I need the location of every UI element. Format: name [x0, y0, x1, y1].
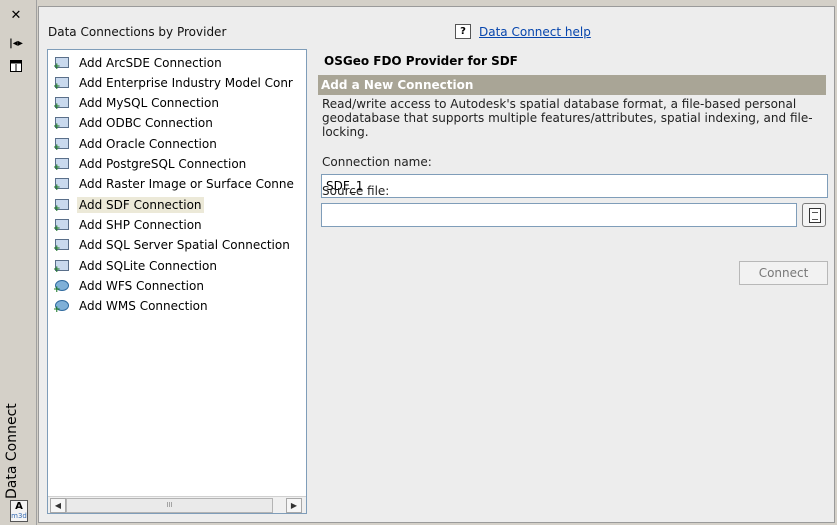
provider-item[interactable]: + Add SDF Connection — [54, 195, 304, 214]
app-badge-icon: A m3d — [10, 500, 28, 522]
globe-connection-icon: + — [54, 279, 70, 294]
globe-connection-icon: + — [54, 299, 70, 315]
properties-icon[interactable] — [7, 58, 25, 74]
db-connection-icon: + — [54, 238, 70, 254]
providers-header: Data Connections by Provider — [48, 25, 227, 39]
data-connect-panel: Data Connections by Provider + Add ArcSDE… — [38, 6, 835, 523]
provider-item[interactable]: + Add SQL Server Spatial Connection — [54, 236, 304, 255]
provider-item[interactable]: + Add MySQL Connection — [54, 94, 304, 113]
provider-item-label: Add Raster Image or Surface Conne — [79, 177, 294, 192]
provider-item-label: Add SDF Connection — [77, 196, 204, 213]
scroll-right-icon[interactable]: ▶ — [286, 498, 302, 513]
scroll-left-icon[interactable]: ◀ — [50, 498, 66, 513]
scroll-thumb[interactable]: III — [66, 498, 273, 513]
document-icon — [809, 208, 821, 223]
provider-item[interactable]: + Add ODBC Connection — [54, 114, 304, 133]
provider-item-label: Add SHP Connection — [79, 217, 202, 232]
db-connection-icon: + — [54, 116, 70, 132]
provider-item-label: Add WFS Connection — [79, 278, 204, 293]
source-file-input[interactable] — [321, 203, 797, 227]
horizontal-scrollbar[interactable]: ◀ III ▶ — [48, 496, 306, 513]
palette-title: Data Connect — [4, 403, 20, 499]
app-badge-letter: A — [15, 501, 23, 512]
section-title: Add a New Connection — [318, 75, 826, 95]
db-connection-icon: + — [54, 76, 70, 91]
file-connection-icon: + — [54, 218, 70, 233]
provider-description: Read/write access to Autodesk's spatial … — [322, 97, 813, 139]
db-connection-icon: + — [54, 96, 70, 112]
connect-button[interactable]: Connect — [739, 261, 828, 285]
autohide-icon[interactable]: |◂▸ — [7, 35, 25, 51]
help-link-row[interactable]: ? Data Connect help — [455, 24, 591, 39]
db-connection-icon: + — [54, 56, 70, 71]
provider-item[interactable]: + Add Oracle Connection — [54, 134, 304, 153]
provider-item[interactable]: + Add Enterprise Industry Model Conr — [54, 73, 304, 92]
data-connect-help-link[interactable]: Data Connect help — [479, 25, 591, 39]
provider-item[interactable]: + Add WFS Connection — [54, 276, 304, 295]
db-connection-icon: + — [54, 137, 70, 152]
close-icon[interactable]: ✕ — [7, 7, 25, 23]
provider-item-label: Add SQL Server Spatial Connection — [79, 238, 290, 253]
provider-item-label: Add Oracle Connection — [79, 136, 217, 151]
provider-item[interactable]: + Add PostgreSQL Connection — [54, 155, 304, 174]
provider-item-label: Add PostgreSQL Connection — [79, 157, 247, 171]
source-file-label: Source file: — [322, 184, 390, 198]
file-connection-icon: + — [54, 259, 70, 274]
provider-item[interactable]: + Add SQLite Connection — [54, 256, 304, 275]
provider-item-label: Add Enterprise Industry Model Conr — [79, 75, 293, 90]
browse-file-button[interactable] — [802, 203, 826, 227]
raster-connection-icon: + — [54, 177, 70, 193]
provider-item-label: Add ODBC Connection — [79, 116, 213, 131]
provider-item-label: Add ArcSDE Connection — [79, 55, 222, 70]
provider-item[interactable]: + Add SHP Connection — [54, 215, 304, 234]
provider-title: OSGeo FDO Provider for SDF — [324, 54, 518, 68]
provider-item[interactable]: + Add WMS Connection — [54, 297, 304, 316]
provider-item[interactable]: + Add Raster Image or Surface Conne — [54, 175, 304, 194]
provider-item[interactable]: + Add ArcSDE Connection — [54, 53, 304, 72]
connection-name-label: Connection name: — [322, 155, 432, 169]
connection-name-input[interactable] — [321, 174, 828, 198]
db-connection-icon: + — [54, 157, 70, 173]
app-badge-sub: m3d — [11, 512, 27, 520]
provider-item-label: Add MySQL Connection — [79, 96, 219, 111]
file-connection-icon: + — [54, 198, 70, 213]
provider-item-label: Add SQLite Connection — [79, 258, 217, 273]
help-icon[interactable]: ? — [455, 24, 471, 39]
palette-titlebar: ✕ |◂▸ Data Connect A m3d — [0, 0, 37, 525]
provider-item-label: Add WMS Connection — [79, 299, 208, 314]
provider-list[interactable]: + Add ArcSDE Connection + Add Enterprise In… — [47, 49, 307, 514]
